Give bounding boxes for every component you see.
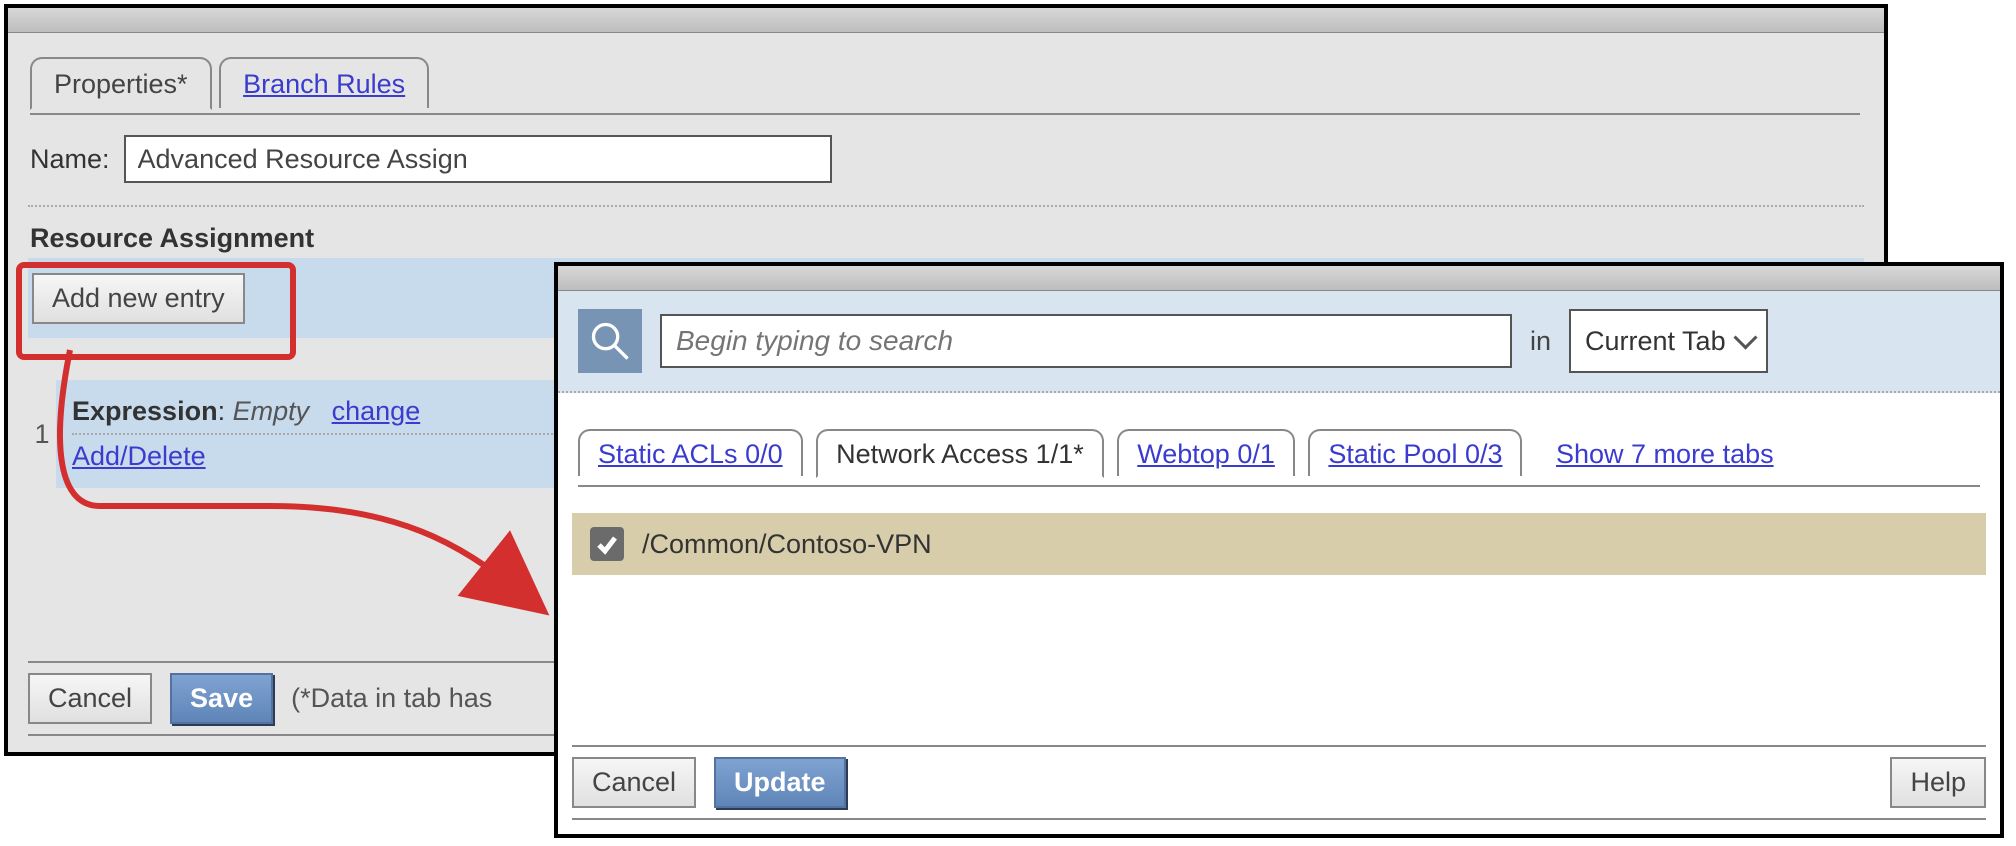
add-new-entry-button[interactable]: Add new entry [32,273,245,324]
add-delete-link[interactable]: Add/Delete [72,441,206,471]
separator [28,205,1864,207]
name-row: Name: [30,135,1884,183]
checkmark-icon [595,532,619,556]
in-label: in [1530,326,1551,357]
resource-item-row: /Common/Contoso-VPN [572,513,1986,575]
resource-checkbox[interactable] [590,527,624,561]
tab-underline [30,113,1860,115]
tab-branch-rules-link[interactable]: Branch Rules [243,69,405,99]
search-bar: in Current Tab [558,291,2000,393]
name-input[interactable] [124,135,832,183]
tab-static-acls[interactable]: Static ACLs 0/0 [578,429,803,476]
search-input[interactable] [660,314,1512,368]
tab-branch-rules[interactable]: Branch Rules [219,57,429,108]
tab-static-pool[interactable]: Static Pool 0/3 [1308,429,1522,476]
tab-webtop[interactable]: Webtop 0/1 [1117,429,1295,476]
tab-properties[interactable]: Properties* [30,57,212,110]
titlebar [558,266,2000,291]
change-link[interactable]: change [332,396,421,426]
resource-assignment-title: Resource Assignment [30,223,1884,254]
tab-network-access[interactable]: Network Access 1/1* [816,429,1104,478]
save-button[interactable]: Save [170,673,273,724]
name-label: Name: [30,144,110,175]
expression-value: Empty [233,396,310,426]
tab-webtop-link[interactable]: Webtop 0/1 [1137,439,1275,469]
tab-underline [578,485,1980,487]
tab-static-pool-link[interactable]: Static Pool 0/3 [1328,439,1502,469]
search-icon [578,309,642,373]
main-tabs: Properties* Branch Rules [30,57,1884,115]
help-button[interactable]: Help [1890,757,1986,808]
bottom-bar-right: Cancel Update Help [572,745,1986,820]
cancel-button[interactable]: Cancel [28,673,152,724]
resource-picker-panel: in Current Tab Static ACLs 0/0 Network A… [554,262,2004,838]
show-more-tabs-link[interactable]: Show 7 more tabs [1556,439,1774,469]
expression-label: Expression [72,396,218,426]
resource-tabs: Static ACLs 0/0 Network Access 1/1* Webt… [578,429,1980,487]
cancel-button[interactable]: Cancel [572,757,696,808]
tab-static-acls-link[interactable]: Static ACLs 0/0 [598,439,783,469]
update-button[interactable]: Update [714,757,846,808]
titlebar [8,8,1884,33]
search-scope-select[interactable]: Current Tab [1569,309,1768,373]
unsaved-note: (*Data in tab has [291,683,492,714]
row-index: 1 [28,380,56,488]
resource-item-label: /Common/Contoso-VPN [642,529,932,560]
